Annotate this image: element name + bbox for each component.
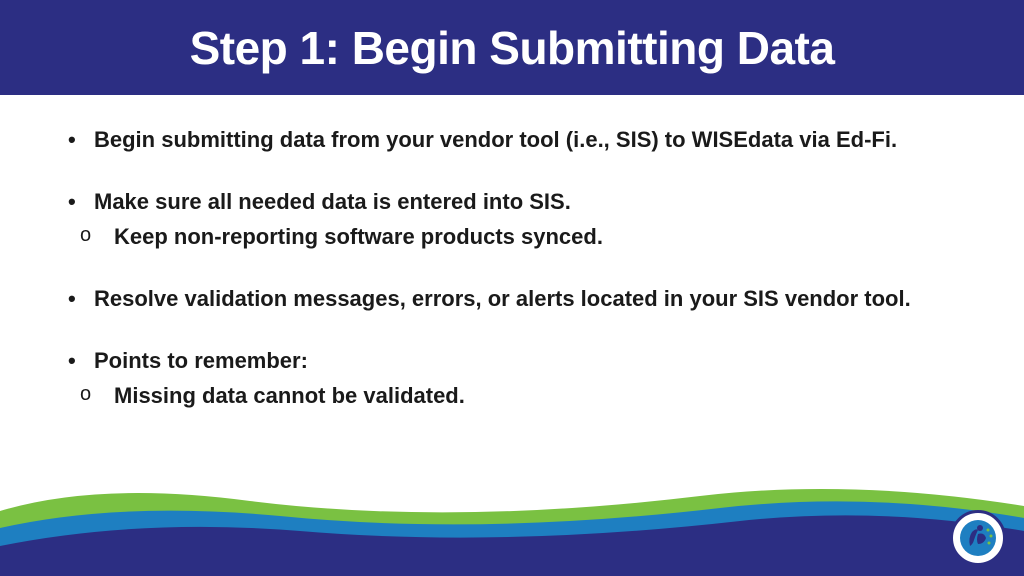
bullet-text: Resolve validation messages, errors, or … <box>94 284 964 314</box>
sub-bullet-text: Missing data cannot be validated. <box>114 381 964 411</box>
bullet-item: • Resolve validation messages, errors, o… <box>60 284 964 314</box>
bullet-marker: • <box>60 346 94 376</box>
bullet-text: Begin submitting data from your vendor t… <box>94 125 964 155</box>
footer-wave-decoration <box>0 456 1024 576</box>
slide-header: Step 1: Begin Submitting Data <box>0 0 1024 95</box>
sub-bullet-marker: o <box>80 222 114 252</box>
bullet-marker: • <box>60 187 94 217</box>
bullet-marker: • <box>60 125 94 155</box>
sub-bullet-text: Keep non-reporting software products syn… <box>114 222 964 252</box>
bullet-item: • Points to remember: <box>60 346 964 376</box>
slide-title: Step 1: Begin Submitting Data <box>190 21 835 75</box>
sub-bullet-item: o Keep non-reporting software products s… <box>60 222 964 252</box>
bullet-item: • Begin submitting data from your vendor… <box>60 125 964 155</box>
bullet-marker: • <box>60 284 94 314</box>
organization-logo-icon <box>950 510 1006 566</box>
sub-bullet-item: o Missing data cannot be validated. <box>60 381 964 411</box>
bullet-text: Make sure all needed data is entered int… <box>94 187 964 217</box>
bullet-text: Points to remember: <box>94 346 964 376</box>
sub-bullet-marker: o <box>80 381 114 411</box>
slide-content: • Begin submitting data from your vendor… <box>0 95 1024 411</box>
bullet-item: • Make sure all needed data is entered i… <box>60 187 964 217</box>
